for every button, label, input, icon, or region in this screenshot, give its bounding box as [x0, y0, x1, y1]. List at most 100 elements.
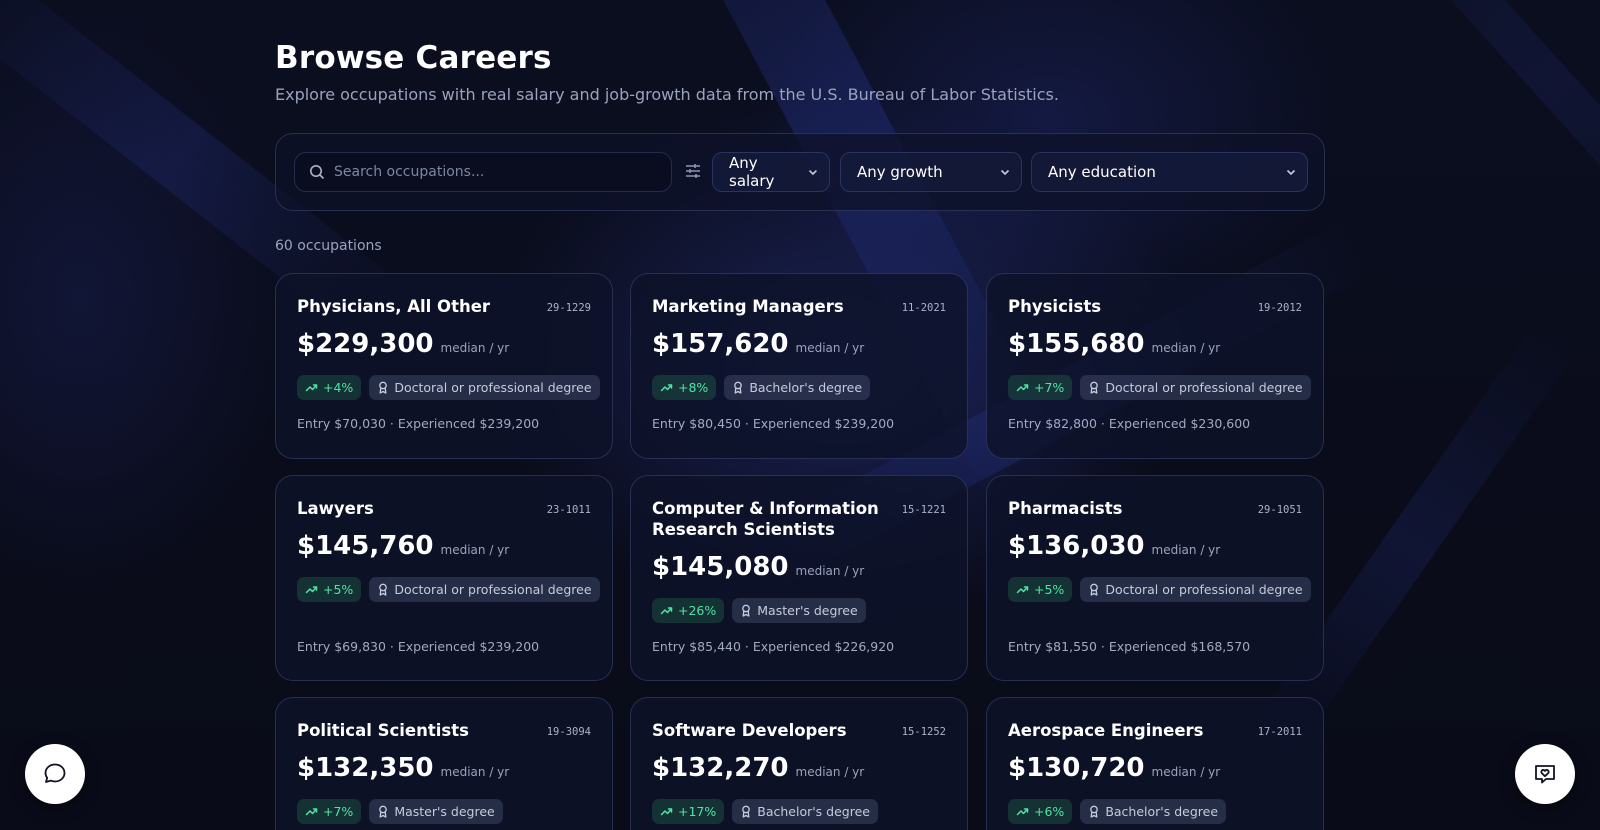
occupation-code: 11-2021 — [901, 302, 946, 314]
award-icon — [379, 381, 388, 394]
feedback-button[interactable] — [1515, 744, 1575, 804]
salary-period: median / yr — [1151, 341, 1221, 355]
trending-up-icon — [1016, 586, 1029, 594]
growth-value: +5% — [1034, 582, 1065, 597]
occupation-card[interactable]: Political Scientists 19-3094 $132,350 me… — [275, 697, 613, 830]
occupation-name: Lawyers — [297, 499, 374, 518]
growth-value: +8% — [678, 380, 709, 395]
occupation-name: Computer & Information Research Scientis… — [652, 499, 879, 539]
card-tags: +7% Master's degree — [297, 799, 503, 824]
occupation-card[interactable]: Aerospace Engineers 17-2011 $130,720 med… — [986, 697, 1324, 830]
growth-value: +17% — [678, 804, 717, 819]
education-value: Doctoral or professional degree — [1105, 582, 1303, 597]
trending-up-icon — [660, 607, 673, 615]
salary-row: $132,270 median / yr — [652, 753, 864, 783]
trending-up-icon — [305, 808, 318, 816]
occupation-code: 17-2011 — [1257, 726, 1302, 738]
growth-badge: +7% — [1008, 375, 1073, 400]
salary-range: Entry $81,550 · Experienced $168,570 — [1008, 639, 1251, 654]
education-value: Bachelor's degree — [749, 380, 863, 395]
sliders-icon[interactable] — [683, 161, 703, 181]
education-select-value: Any education — [1048, 163, 1156, 181]
salary-row: $155,680 median / yr — [1008, 329, 1220, 359]
growth-badge: +4% — [297, 375, 362, 400]
occupation-card[interactable]: Lawyers 23-1011 $145,760 median / yr +5%… — [275, 475, 613, 681]
occupation-name: Physicists — [1008, 297, 1102, 316]
growth-badge: +8% — [652, 375, 717, 400]
occupation-name: Political Scientists — [297, 721, 469, 740]
salary-range: Entry $69,830 · Experienced $239,200 — [297, 639, 540, 654]
occupation-card[interactable]: Pharmacists 29-1051 $136,030 median / yr… — [986, 475, 1324, 681]
occupation-card[interactable]: Marketing Managers 11-2021 $157,620 medi… — [630, 273, 968, 459]
median-salary: $155,680 — [1008, 329, 1145, 359]
education-value: Master's degree — [394, 804, 495, 819]
median-salary: $145,760 — [297, 531, 434, 561]
growth-badge: +5% — [1008, 577, 1073, 602]
salary-range: Entry $70,030 · Experienced $239,200 — [297, 416, 540, 431]
salary-row: $229,300 median / yr — [297, 329, 509, 359]
education-badge: Doctoral or professional degree — [369, 375, 600, 400]
award-icon — [1090, 805, 1099, 818]
education-badge: Doctoral or professional degree — [1080, 577, 1311, 602]
education-value: Doctoral or professional degree — [394, 582, 592, 597]
card-tags: +17% Bachelor's degree — [652, 799, 878, 824]
salary-row: $132,350 median / yr — [297, 753, 509, 783]
growth-value: +4% — [323, 380, 354, 395]
chat-bubble-icon — [44, 763, 66, 783]
education-select[interactable]: Any education — [1031, 152, 1308, 192]
growth-select[interactable]: Any growth — [840, 152, 1022, 192]
education-badge: Bachelor's degree — [1080, 799, 1227, 824]
salary-period: median / yr — [440, 543, 510, 557]
trending-up-icon — [660, 808, 673, 816]
education-value: Doctoral or professional degree — [394, 380, 592, 395]
education-value: Doctoral or professional degree — [1105, 380, 1303, 395]
card-tags: +4% Doctoral or professional degree — [297, 375, 600, 400]
card-tags: +6% Bachelor's degree — [1008, 799, 1227, 824]
results-count: 60 occupations — [275, 238, 382, 254]
salary-range: Entry $80,450 · Experienced $239,200 — [652, 416, 895, 431]
occupation-code: 15-1252 — [901, 726, 946, 738]
occupation-code: 19-3094 — [546, 726, 591, 738]
occupation-name: Aerospace Engineers — [1008, 721, 1204, 740]
chevron-down-icon — [1000, 169, 1010, 176]
salary-select-value: Any salary — [729, 154, 775, 190]
award-icon — [1090, 583, 1099, 596]
occupation-code: 23-1011 — [546, 504, 591, 516]
trending-up-icon — [1016, 808, 1029, 816]
education-badge: Doctoral or professional degree — [369, 577, 600, 602]
education-value: Master's degree — [757, 603, 858, 618]
trending-up-icon — [305, 384, 318, 392]
education-value: Bachelor's degree — [757, 804, 870, 819]
salary-period: median / yr — [795, 341, 865, 355]
median-salary: $136,030 — [1008, 531, 1145, 561]
salary-row: $145,080 median / yr — [652, 552, 864, 582]
search-box[interactable] — [294, 152, 672, 192]
award-icon — [1090, 381, 1099, 394]
occupation-card[interactable]: Physicists 19-2012 $155,680 median / yr … — [986, 273, 1324, 459]
salary-row: $130,720 median / yr — [1008, 753, 1220, 783]
growth-value: +7% — [323, 804, 354, 819]
occupation-code: 29-1229 — [546, 302, 591, 314]
growth-badge: +17% — [652, 799, 725, 824]
growth-value: +5% — [323, 582, 354, 597]
award-icon — [742, 805, 751, 818]
trending-up-icon — [305, 586, 318, 594]
search-input[interactable] — [334, 164, 671, 180]
salary-select[interactable]: Any salary — [712, 152, 830, 192]
occupation-card[interactable]: Physicians, All Other 29-1229 $229,300 m… — [275, 273, 613, 459]
occupation-name: Pharmacists — [1008, 499, 1123, 518]
card-tags: +8% Bachelor's degree — [652, 375, 871, 400]
occupation-card[interactable]: Software Developers 15-1252 $132,270 med… — [630, 697, 968, 830]
median-salary: $130,720 — [1008, 753, 1145, 783]
median-salary: $157,620 — [652, 329, 789, 359]
salary-period: median / yr — [440, 765, 510, 779]
education-badge: Doctoral or professional degree — [1080, 375, 1311, 400]
chat-button[interactable] — [25, 744, 85, 804]
award-icon — [379, 583, 388, 596]
filter-bar: Any salary Any growth Any education — [275, 133, 1325, 211]
chevron-down-icon — [809, 169, 818, 176]
salary-period: median / yr — [440, 341, 510, 355]
occupation-name: Physicians, All Other — [297, 297, 491, 316]
card-tags: +5% Doctoral or professional degree — [297, 577, 600, 602]
occupation-card[interactable]: Computer & Information Research Scientis… — [630, 475, 968, 681]
